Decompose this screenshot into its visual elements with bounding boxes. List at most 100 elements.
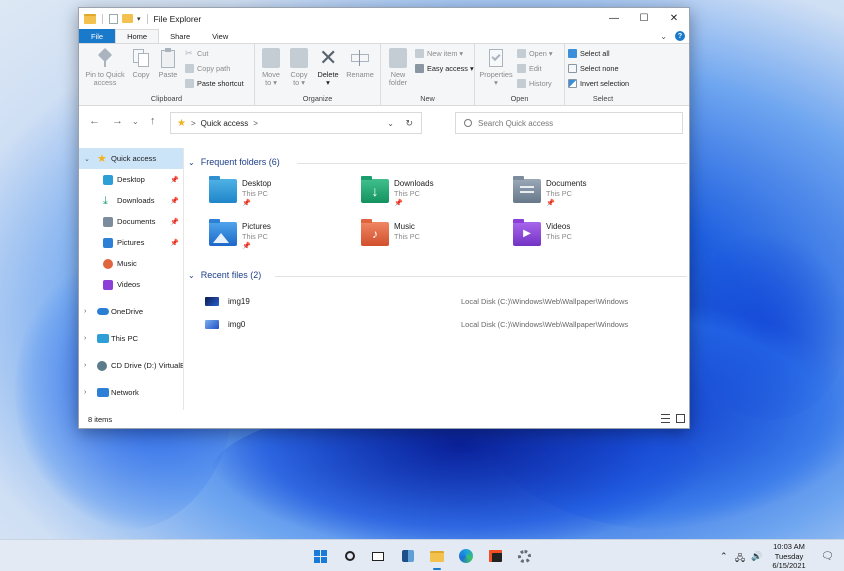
address-path: Quick access [200,118,249,128]
chevron-right-icon[interactable]: › [84,308,86,315]
edit-button[interactable]: Edit [517,64,542,73]
nav-item-pictures[interactable]: Pictures 📌 [79,232,183,253]
search-icon[interactable] [342,548,358,564]
start-windows-icon[interactable] [312,548,328,564]
address-separator: > [253,118,258,128]
rename-button[interactable]: Rename [345,48,375,79]
recent-files-header[interactable]: ⌄ Recent files (2) [188,270,261,280]
folder-app-icon [84,13,96,24]
nav-network[interactable]: › Network [79,382,183,403]
image-thumbnail-icon [205,296,219,306]
nav-item-documents[interactable]: Documents 📌 [79,211,183,232]
clock[interactable]: 10:03 AM Tuesday 6/15/2021 [766,542,812,571]
folder-tile-pictures[interactable]: Pictures This PC 📌 [209,219,349,250]
new-item-icon [415,49,424,58]
copy-to-button[interactable]: Copy to ▾ [287,48,311,87]
open-button[interactable]: Open ▾ [517,49,553,58]
cut-button[interactable]: ✂ Cut [185,49,208,59]
select-group-label: Select [592,94,614,103]
edge-browser-icon[interactable] [458,548,474,564]
delete-button[interactable]: ✕ Delete ▾ [315,45,341,87]
nav-quick-access[interactable]: ⌄ ★ Quick access [79,148,183,169]
folder-tile-videos[interactable]: ▶ Videos This PC [513,219,653,246]
paste-shortcut-button[interactable]: Paste shortcut [185,79,244,88]
pin-to-quick-access-button[interactable]: Pin to Quick access [83,47,127,87]
nav-item-downloads[interactable]: ⤓ Downloads 📌 [79,190,183,211]
frequent-folders-header[interactable]: ⌄ Frequent folders (6) [188,157,280,167]
search-box[interactable]: Search Quick access [455,112,683,134]
nav-label: This PC [111,334,139,343]
properties-icon[interactable] [109,13,118,24]
nav-item-desktop[interactable]: Desktop 📌 [79,169,183,190]
move-to-button[interactable]: Move to ▾ [259,48,283,87]
music-folder-icon: ♪ [361,219,389,246]
nav-onedrive[interactable]: › OneDrive [79,301,183,322]
back-arrow-icon[interactable]: ← [89,115,100,127]
large-icons-view-icon[interactable] [676,414,685,423]
history-button[interactable]: History [517,79,552,88]
network-tray-icon[interactable]: 🖧 [735,551,745,567]
forward-arrow-icon[interactable]: → [112,115,123,127]
pin-icon: 📌 [170,239,179,247]
settings-gear-icon[interactable] [516,548,532,564]
properties-button[interactable]: Properties ▾ [477,48,515,87]
chevron-down-icon[interactable]: ⌄ [84,155,90,163]
computer-icon [97,334,109,343]
file-explorer-taskbar-icon[interactable] [429,548,445,570]
title-bar[interactable]: ▾ File Explorer — ☐ ✕ [79,8,689,29]
tab-file[interactable]: File [79,29,116,43]
folder-tile-documents[interactable]: Documents This PC 📌 [513,176,653,207]
help-icon[interactable]: ? [675,31,685,41]
new-item-button[interactable]: New item ▾ [415,49,463,58]
recent-file-row[interactable]: img19 Local Disk (C:)\Windows\Web\Wallpa… [205,294,675,308]
tab-share[interactable]: Share [159,29,201,43]
widgets-icon[interactable] [400,548,416,564]
copy-icon [132,48,150,68]
folder-tile-downloads[interactable]: ↓ Downloads This PC 📌 [361,176,501,207]
tab-home[interactable]: Home [115,29,160,43]
close-button[interactable]: ✕ [659,8,689,28]
delete-x-icon: ✕ [319,45,338,70]
recent-locations-icon[interactable]: ⌄ [132,117,139,126]
nav-label: Documents [117,217,156,226]
folder-tile-music[interactable]: ♪ Music This PC [361,219,501,246]
refresh-icon[interactable]: ↻ [405,118,413,129]
chevron-right-icon[interactable]: › [84,335,86,342]
customize-qat-icon[interactable]: ▾ [137,15,141,23]
chevron-right-icon[interactable]: › [84,362,86,369]
easy-access-button[interactable]: Easy access ▾ [415,64,474,73]
desktop-icon [103,174,113,185]
notifications-icon[interactable]: 🗨 [821,551,834,562]
navigation-pane: ⌄ ★ Quick access Desktop 📌 ⤓ Downloads 📌… [79,148,184,410]
recent-file-row[interactable]: img0 Local Disk (C:)\Windows\Web\Wallpap… [205,317,675,331]
nav-item-music[interactable]: Music [79,253,183,274]
copy-path-button[interactable]: Copy path [185,64,230,73]
select-all-button[interactable]: Select all [568,49,610,58]
paste-icon [159,48,177,68]
copy-button[interactable]: Copy [131,48,151,79]
volume-icon[interactable]: 🔊 [751,551,762,562]
paste-button[interactable]: Paste [157,48,179,79]
folder-tile-desktop[interactable]: Desktop This PC 📌 [209,176,349,207]
minimize-button[interactable]: — [599,8,629,28]
new-folder-button[interactable]: New folder [385,48,411,87]
clipboard-group: Pin to Quick access Copy Paste ✂ Cut Copy … [79,44,255,105]
pin-icon: 📌 [546,200,555,207]
chevron-right-icon[interactable]: › [84,389,86,396]
nav-item-videos[interactable]: Videos [79,274,183,295]
maximize-button[interactable]: ☐ [629,8,659,28]
invert-selection-button[interactable]: Invert selection [568,79,629,88]
select-none-button[interactable]: Select none [568,64,619,73]
nav-cd-drive[interactable]: › CD Drive (D:) VirtualBox [79,355,183,376]
new-folder-icon[interactable] [122,14,133,23]
details-view-icon[interactable] [661,414,670,423]
collapse-ribbon-icon[interactable]: ⌄ [660,32,667,41]
up-arrow-icon[interactable]: ↑ [150,115,156,127]
address-bar[interactable]: ★ > Quick access > ⌄ ↻ [170,112,422,134]
task-view-icon[interactable] [370,548,386,564]
nav-this-pc[interactable]: › This PC [79,328,183,349]
store-icon[interactable] [487,548,503,564]
tab-view[interactable]: View [201,29,239,43]
address-dropdown-icon[interactable]: ⌄ [387,119,394,128]
chevron-up-icon[interactable]: ⌃ [720,551,728,562]
